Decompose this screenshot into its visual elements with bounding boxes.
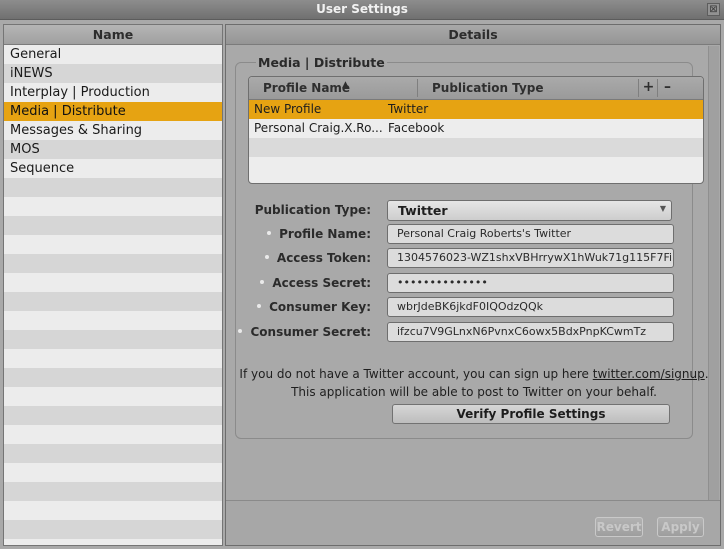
- category-item[interactable]: iNEWS: [4, 64, 222, 83]
- category-item-empty: [4, 254, 222, 273]
- access-secret-field[interactable]: ••••••••••••••: [387, 273, 674, 293]
- access-token-label: Access Token:: [276, 251, 371, 265]
- category-item[interactable]: MOS: [4, 140, 222, 159]
- window-title: User Settings: [316, 2, 408, 16]
- verify-profile-button[interactable]: Verify Profile Settings: [392, 404, 670, 424]
- category-item-empty: [4, 292, 222, 311]
- category-item[interactable]: Media | Distribute: [4, 102, 222, 121]
- publication-type-cell: Twitter: [388, 102, 429, 116]
- remove-profile-button[interactable]: –: [660, 79, 675, 97]
- profile-name-field[interactable]: Personal Craig Roberts's Twitter: [387, 224, 674, 244]
- required-dot-icon: [238, 328, 243, 333]
- category-item[interactable]: Messages & Sharing: [4, 121, 222, 140]
- category-list: General iNEWS Interplay | Production Media …: [4, 45, 222, 545]
- category-item-empty: [4, 463, 222, 482]
- access-token-row: Access Token: 1304576023-WZ1shxVBHrrywX1…: [226, 248, 722, 270]
- consumer-key-label-wrap: Consumer Key:: [257, 300, 371, 314]
- publication-type-select[interactable]: Twitter ▼: [387, 200, 672, 221]
- category-item-empty: [4, 330, 222, 349]
- table-row[interactable]: Personal Craig.X.Ro... Facebook: [249, 119, 703, 138]
- consumer-secret-label-wrap: Consumer Secret:: [238, 325, 371, 339]
- category-item-empty: [4, 235, 222, 254]
- profile-name-label-wrap: Profile Name:: [267, 227, 371, 241]
- signup-info-prefix: If you do not have a Twitter account, yo…: [239, 367, 593, 381]
- category-item-empty: [4, 368, 222, 387]
- revert-button[interactable]: Revert: [595, 517, 643, 537]
- category-item-empty: [4, 216, 222, 235]
- required-dot-icon: [257, 303, 262, 308]
- category-item-empty: [4, 197, 222, 216]
- consumer-key-label: Consumer Key:: [269, 300, 371, 314]
- name-column-header: Name: [4, 25, 222, 45]
- category-item-empty: [4, 425, 222, 444]
- post-permission-info: This application will be able to post to…: [291, 385, 657, 399]
- category-item[interactable]: General: [4, 45, 222, 64]
- profile-table: Profile Name ▲ Publication Type + – New …: [248, 76, 704, 184]
- column-divider[interactable]: [417, 79, 418, 97]
- publication-type-label: Publication Type:: [254, 203, 371, 217]
- category-item[interactable]: Sequence: [4, 159, 222, 178]
- required-dot-icon: [264, 254, 269, 259]
- access-secret-label-wrap: Access Secret:: [260, 276, 371, 290]
- details-header: Details: [226, 25, 720, 45]
- profile-name-cell: Personal Craig.X.Ro...: [254, 121, 383, 135]
- table-row-empty: [249, 138, 703, 157]
- category-item-empty: [4, 520, 222, 539]
- category-item-empty: [4, 406, 222, 425]
- profile-name-row: Profile Name: Personal Craig Roberts's T…: [226, 224, 722, 246]
- access-token-label-wrap: Access Token:: [264, 251, 371, 265]
- profile-table-header: Profile Name ▲ Publication Type + –: [249, 77, 703, 100]
- access-token-field[interactable]: 1304576023-WZ1shxVBHrrywX1hWuk71g115F7Fi…: [387, 248, 674, 268]
- profile-name-label: Profile Name:: [279, 227, 371, 241]
- category-item-empty: [4, 539, 222, 545]
- table-row[interactable]: New Profile Twitter: [249, 100, 703, 119]
- twitter-signup-link[interactable]: twitter.com/signup: [593, 367, 705, 381]
- publication-type-value: Twitter: [398, 203, 448, 218]
- category-item-empty: [4, 178, 222, 197]
- profile-name-column-header[interactable]: Profile Name: [263, 81, 350, 95]
- category-item-empty: [4, 387, 222, 406]
- access-secret-row: Access Secret: ••••••••••••••: [226, 273, 722, 295]
- consumer-secret-row: Consumer Secret: ifzcu7V9GLnxN6PvnxC6owx…: [226, 322, 722, 344]
- consumer-secret-label: Consumer Secret:: [250, 325, 371, 339]
- signup-info-line: If you do not have a Twitter account, yo…: [226, 367, 722, 381]
- category-item-empty: [4, 311, 222, 330]
- required-dot-icon: [260, 279, 265, 284]
- category-item-empty: [4, 482, 222, 501]
- consumer-secret-field[interactable]: ifzcu7V9GLnxN6PvnxC6owx5BdxPnpKCwmTz: [387, 322, 674, 342]
- details-panel: Details Media | Distribute Profile Name …: [225, 24, 721, 546]
- sort-ascending-icon: ▲: [342, 80, 349, 90]
- category-item-empty: [4, 273, 222, 292]
- table-row-empty: [249, 157, 703, 176]
- access-secret-label: Access Secret:: [272, 276, 371, 290]
- required-dot-icon: [267, 230, 272, 235]
- group-title: Media | Distribute: [258, 55, 385, 70]
- publication-type-cell: Facebook: [388, 121, 445, 135]
- close-icon[interactable]: ⊠: [707, 3, 720, 16]
- profile-name-cell: New Profile: [254, 102, 322, 116]
- details-scrollbar[interactable]: [708, 46, 719, 506]
- apply-button[interactable]: Apply: [657, 517, 704, 537]
- dropdown-arrow-icon: ▼: [659, 204, 666, 213]
- category-item-empty: [4, 501, 222, 520]
- publication-type-row: Publication Type: Twitter ▼: [226, 200, 722, 222]
- category-item[interactable]: Interplay | Production: [4, 83, 222, 102]
- title-bar: User Settings ⊠: [0, 0, 724, 20]
- action-bar: Revert Apply: [226, 500, 720, 545]
- category-item-empty: [4, 444, 222, 463]
- column-divider: [638, 79, 639, 97]
- column-divider: [657, 79, 658, 97]
- publication-type-column-header[interactable]: Publication Type: [432, 81, 544, 95]
- add-profile-button[interactable]: +: [641, 79, 656, 97]
- category-panel: Name General iNEWS Interplay | Production M…: [3, 24, 223, 546]
- consumer-key-row: Consumer Key: wbrJdeBK6jkdF0IQOdzQQk: [226, 297, 722, 319]
- consumer-key-field[interactable]: wbrJdeBK6jkdF0IQOdzQQk: [387, 297, 674, 317]
- category-item-empty: [4, 349, 222, 368]
